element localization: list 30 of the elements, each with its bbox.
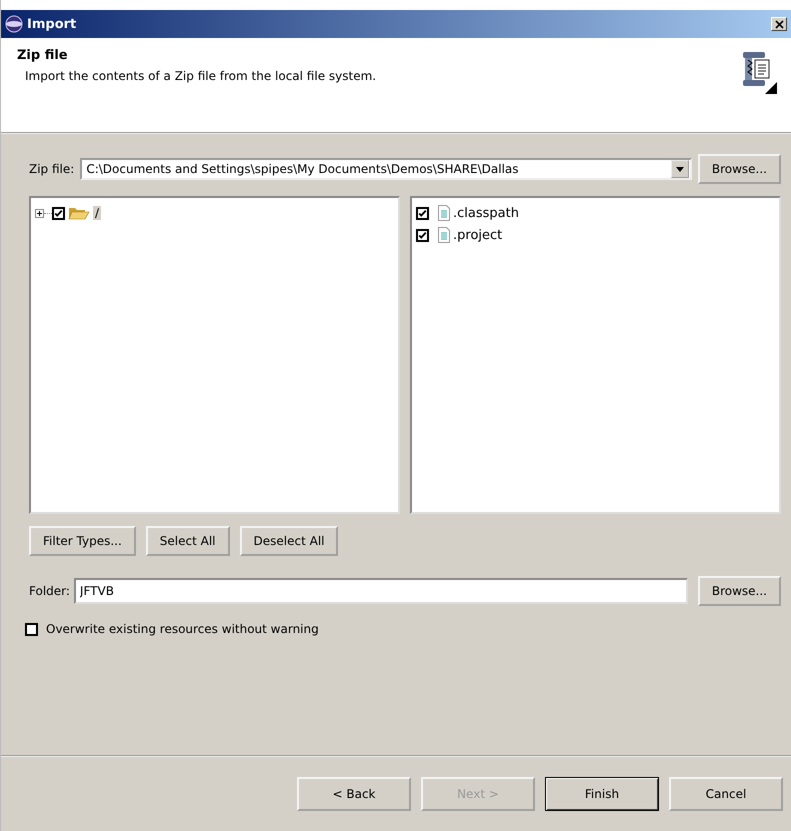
file-icon: [438, 227, 450, 243]
checkbox[interactable]: [25, 622, 38, 636]
checkbox[interactable]: [416, 228, 429, 242]
file-name[interactable]: .project: [453, 228, 502, 242]
field-label: Zip file:: [29, 162, 74, 176]
page-description: Import the contents of a Zip file from the local file system.: [24, 69, 376, 83]
zip-file-combo[interactable]: C:\Documents and Settings\spipes\My Documents\Demos\SHARE\Dallas: [80, 158, 692, 180]
dialog-button[interactable]: < Back: [297, 777, 411, 811]
checkbox-label[interactable]: Overwrite existing resources without warning: [46, 622, 319, 636]
browse-button[interactable]: Browse...: [698, 576, 781, 606]
checkbox[interactable]: [52, 206, 65, 220]
tree-item[interactable]: /: [93, 206, 102, 220]
window-title: Import: [27, 16, 78, 32]
app-icon: [5, 15, 23, 33]
browse-button[interactable]: Browse...: [698, 154, 781, 184]
field-label: Folder:: [29, 584, 70, 598]
expand-toggle[interactable]: [35, 208, 44, 218]
close-icon: [774, 20, 784, 28]
selection-button[interactable]: Select All: [146, 526, 230, 556]
page-title: Zip file: [17, 48, 69, 63]
folder-icon: [68, 205, 90, 221]
selection-button[interactable]: Deselect All: [240, 526, 338, 556]
file-name[interactable]: .classpath: [453, 206, 519, 220]
file-icon: [438, 205, 450, 221]
checkbox[interactable]: [416, 206, 429, 220]
dialog-button[interactable]: Cancel: [669, 777, 783, 811]
selection-button[interactable]: Filter Types...: [29, 526, 136, 556]
caret-icon: [676, 166, 684, 172]
close-button[interactable]: [771, 17, 787, 31]
dialog-button[interactable]: Finish: [545, 777, 659, 811]
